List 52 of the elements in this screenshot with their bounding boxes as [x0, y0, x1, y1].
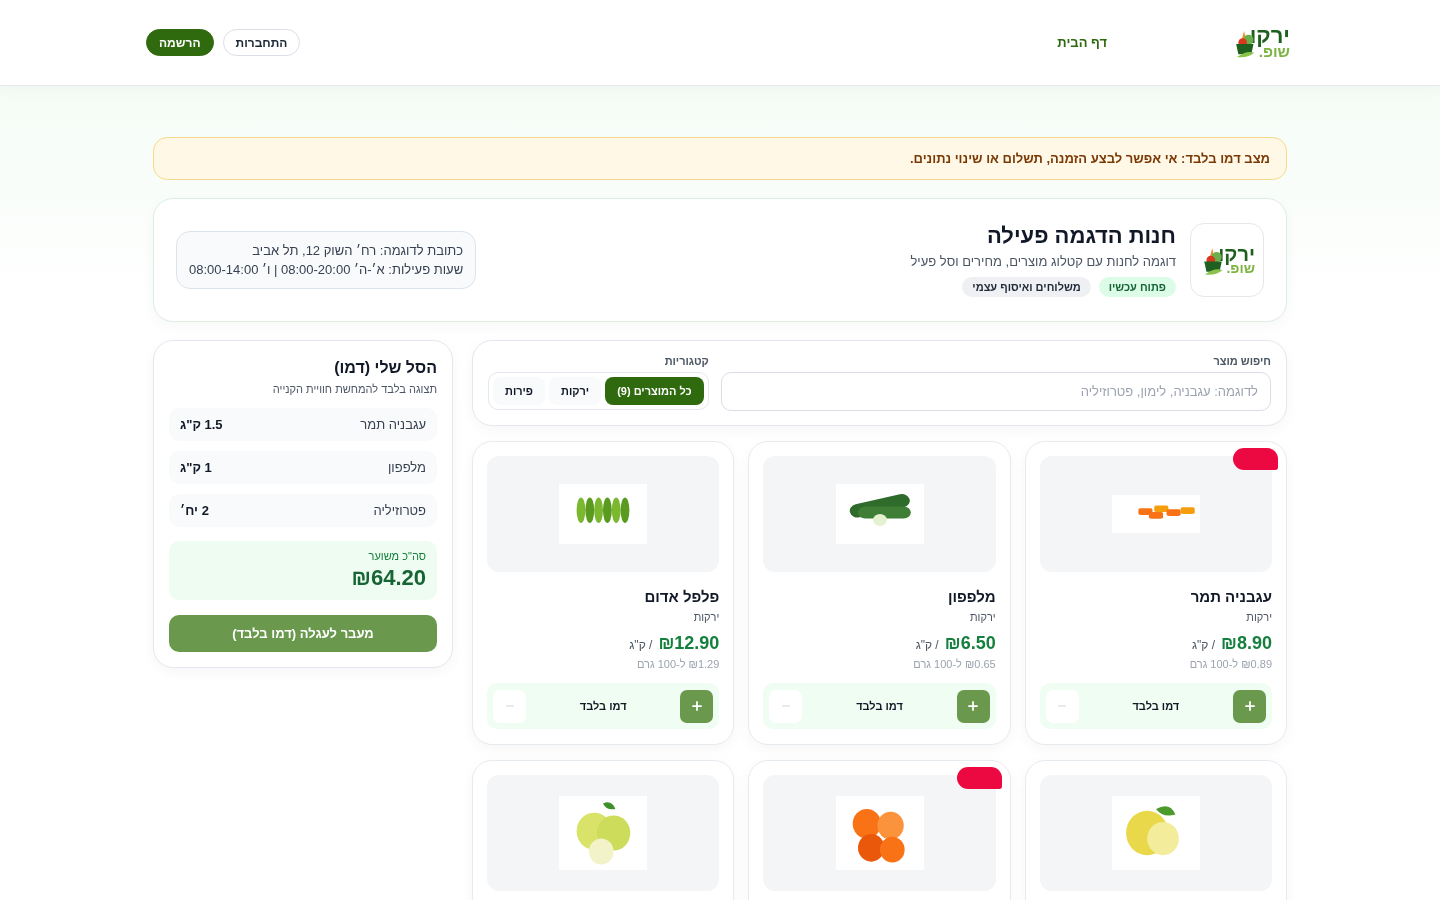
- store-hours: שעות פעילות: א׳-ה׳ 08:00-20:00 | ו׳ 08:00-14:00: [189, 262, 464, 277]
- category-tab[interactable]: כל המוצרים (9): [605, 377, 704, 405]
- demo-notice: מצב דמו בלבד: אי אפשר לבצע הזמנה, תשלום או שינוי נתונים.: [153, 137, 1287, 180]
- product-price: ₪6.50: [944, 633, 996, 654]
- store-description: דוגמה לחנות עם קטלוג מוצרים, מחירים וסל פעיל: [910, 254, 1176, 269]
- product-category: ירקות: [1245, 611, 1272, 623]
- status-tag: פתוח עכשיו: [1098, 277, 1176, 297]
- login-button[interactable]: התחברות: [222, 29, 301, 56]
- product-category: ירקות: [969, 611, 996, 623]
- demo-label: דמו בלבד: [856, 700, 903, 712]
- add-button[interactable]: [1233, 689, 1266, 723]
- unit-price: ₪1.29 ל-100 גרם: [635, 658, 720, 670]
- cart-subtitle: תצוגה בלבד להמחשת חוויית הקנייה: [271, 383, 437, 395]
- total-label: סה"כ משוער: [367, 550, 426, 562]
- item-name: עגבניה תמר: [360, 417, 426, 432]
- unit-price: ₪0.89 ל-100 גרם: [1188, 658, 1272, 670]
- item-quantity: 1 ק"ג: [180, 460, 212, 475]
- price-unit: / ק"ג: [629, 638, 653, 652]
- product-name: פלפל אדום: [643, 588, 720, 605]
- item-name: מלפפון: [387, 460, 426, 475]
- categories-label: קטגוריות: [663, 355, 709, 367]
- logo[interactable]: ירקו שופ.: [1199, 237, 1255, 283]
- demo-label: דמו בלבד: [579, 700, 627, 712]
- product-name: עגבניה תמר: [1189, 588, 1272, 605]
- total-amount: ₪64.20: [350, 565, 426, 591]
- demo-label: דמו בלבד: [1132, 700, 1180, 712]
- add-button[interactable]: [680, 689, 714, 723]
- logo[interactable]: ירקו שופ.: [1234, 19, 1290, 66]
- price-unit: / ק"ג: [1191, 638, 1216, 652]
- product-price: ₪12.90: [658, 633, 720, 654]
- product-name: מלפפון: [947, 588, 996, 605]
- price-unit: / ק"ג: [915, 638, 939, 652]
- add-button[interactable]: [956, 689, 990, 723]
- cart-title: הסל שלי (דמו): [333, 359, 437, 377]
- item-name: פטרוזיליה: [373, 503, 426, 518]
- product-price: ₪8.90: [1221, 633, 1272, 654]
- register-button[interactable]: הרשמה: [146, 29, 214, 56]
- category-tab[interactable]: ירקות: [549, 377, 602, 405]
- nav-link[interactable]: דף הבית: [1057, 35, 1107, 50]
- item-quantity: 1.5 ק"ג: [180, 417, 223, 432]
- search-label: חיפוש מוצר: [1212, 355, 1271, 367]
- plus-icon: [966, 699, 981, 713]
- service-tag: משלוחים ואיסוף עצמי: [962, 277, 1091, 297]
- category-tab[interactable]: פירות: [493, 377, 546, 405]
- store-address: כתובת לדוגמה: רח׳ השוק 12, תל אביב: [251, 243, 464, 258]
- store-name: חנות הדגמה פעילה: [985, 223, 1176, 249]
- item-quantity: 2 יח׳: [180, 503, 209, 518]
- plus-icon: [689, 699, 704, 713]
- unit-price: ₪0.65 ל-100 גרם: [912, 658, 996, 670]
- search-field[interactable]: לדוגמה: עגבניה, לימון, פטרוזיליה: [720, 372, 1271, 411]
- plus-icon: [1242, 699, 1257, 713]
- product-category: ירקות: [692, 611, 720, 623]
